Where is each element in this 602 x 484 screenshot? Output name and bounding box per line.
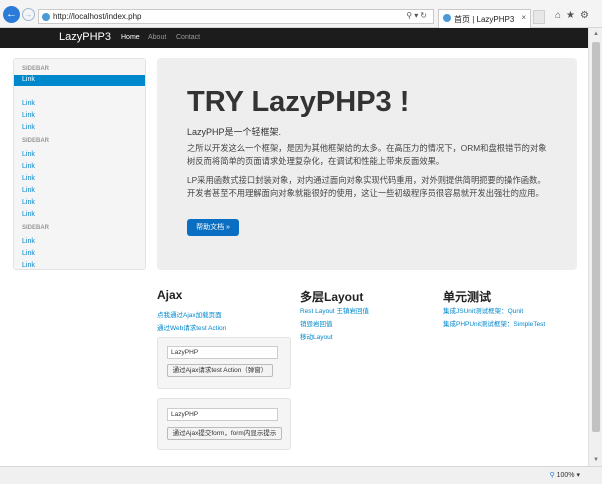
sidebar-link[interactable]: Link xyxy=(22,199,35,206)
ajax-text-input[interactable] xyxy=(167,346,278,359)
layout-link[interactable]: Rest Layout 王镇岩回值 xyxy=(300,305,369,315)
hero-lead: LazyPHP是一个轻框架. xyxy=(187,127,282,137)
tab-favicon-icon xyxy=(443,14,451,22)
help-docs-button[interactable]: 帮助文档 » xyxy=(187,219,239,236)
nav-about[interactable]: About xyxy=(148,34,166,41)
sidebar-link[interactable]: Link xyxy=(22,163,35,170)
forward-arrow-icon[interactable]: → xyxy=(22,8,35,21)
hero-unit: TRY LazyPHP3 ! LazyPHP是一个轻框架. 之所以开发这么一个框… xyxy=(157,58,577,270)
page-favicon-icon xyxy=(42,13,50,21)
sidebar-link[interactable]: Link xyxy=(22,187,35,194)
tab-title: 首页 | LazyPHP3 xyxy=(454,15,515,24)
sidebar-link-active[interactable]: Link xyxy=(14,75,145,86)
vertical-scrollbar[interactable]: ▲ ▼ xyxy=(588,28,602,466)
ajax-title: Ajax xyxy=(157,288,183,302)
unit-test-title: 单元测试 xyxy=(443,290,492,304)
sidebar-link[interactable]: Link xyxy=(22,175,35,182)
scroll-up-icon[interactable]: ▲ xyxy=(593,31,599,37)
new-tab-button[interactable] xyxy=(533,10,545,24)
sidebar-link[interactable]: Link xyxy=(22,262,35,269)
ajax-form-well: 通过Ajax请求test Action（弹窗） xyxy=(157,337,291,389)
browser-chrome: ← → http://localhost/index.php ⚲▾↻ 首页 | … xyxy=(0,0,602,28)
zoom-level: 100% xyxy=(556,472,575,479)
browser-tab[interactable]: 首页 | LazyPHP3 × xyxy=(438,9,531,28)
ajax-submit-form-well: 通过Ajax提交form，form内显示提示 xyxy=(157,398,291,450)
zoom-control[interactable]: ⚲ 100% ▾ xyxy=(550,471,580,479)
sidebar-header: SIDEBAR xyxy=(22,138,50,144)
zoom-magnifier-icon: ⚲ xyxy=(549,472,555,479)
sidebar-link[interactable]: Link xyxy=(22,112,35,119)
address-bar[interactable]: http://localhost/index.php ⚲▾↻ xyxy=(38,9,434,24)
sidebar-header: SIDEBAR xyxy=(22,66,50,72)
back-arrow-icon[interactable]: ← xyxy=(3,6,20,23)
hero-paragraph: LP采用函数式接口封装对象，对内通过面向对象实现代码重用，对外则提供简明扼要的操… xyxy=(187,175,546,198)
sidebar-header: SIDEBAR xyxy=(22,225,50,231)
layout-link[interactable]: 移动Layout xyxy=(300,331,333,341)
ajax-link[interactable]: 点我通过Ajax加载页面 xyxy=(157,309,222,319)
hero-title: TRY LazyPHP3 ! xyxy=(187,86,410,118)
top-navbar: LazyPHP3 Home About Contact xyxy=(0,28,588,48)
sidebar-link[interactable]: Link xyxy=(22,250,35,257)
search-refresh-icon[interactable]: ⚲▾↻ xyxy=(406,11,429,20)
ajax-submit-button[interactable]: 通过Ajax提交form，form内显示提示 xyxy=(167,427,282,440)
form-text-input[interactable] xyxy=(167,408,278,421)
sidebar-link[interactable]: Link xyxy=(22,211,35,218)
sidebar-link[interactable]: Link xyxy=(22,124,35,131)
hero-paragraph: 之所以开发这么一个框架，是因为其他框架给的太多。在高压力的情况下，ORM和盘根错… xyxy=(187,143,547,166)
sidebar-link[interactable]: Link xyxy=(22,151,35,158)
brand-logo[interactable]: LazyPHP3 xyxy=(59,31,111,43)
sidebar-link-label: Link xyxy=(22,76,35,83)
nav-contact[interactable]: Contact xyxy=(176,34,200,41)
ajax-request-button[interactable]: 通过Ajax请求test Action（弹窗） xyxy=(167,364,273,377)
scroll-down-icon[interactable]: ▼ xyxy=(593,457,599,463)
home-favorites-settings-icon[interactable]: ⌂★⚙ xyxy=(555,10,594,21)
unit-test-link[interactable]: 集成JSUnit测试框架：Qunit xyxy=(443,305,523,315)
sidebar: SIDEBAR Link Link Link Link SIDEBAR Link… xyxy=(13,58,146,270)
unit-test-link[interactable]: 集成PHPUnit测试框架：SimpleTest xyxy=(443,318,545,328)
nav-home[interactable]: Home xyxy=(121,34,140,41)
status-bar: ⚲ 100% ▾ xyxy=(0,466,602,484)
address-url[interactable]: http://localhost/index.php xyxy=(53,12,142,21)
close-tab-icon[interactable]: × xyxy=(521,13,526,22)
layout-link[interactable]: 销毁岩回值 xyxy=(300,318,333,328)
layout-title: 多层Layout xyxy=(300,290,364,304)
scroll-thumb[interactable] xyxy=(592,42,600,432)
sidebar-link[interactable]: Link xyxy=(22,100,35,107)
ajax-link[interactable]: 通过Web请求test Action xyxy=(157,322,226,332)
sidebar-link[interactable]: Link xyxy=(22,238,35,245)
